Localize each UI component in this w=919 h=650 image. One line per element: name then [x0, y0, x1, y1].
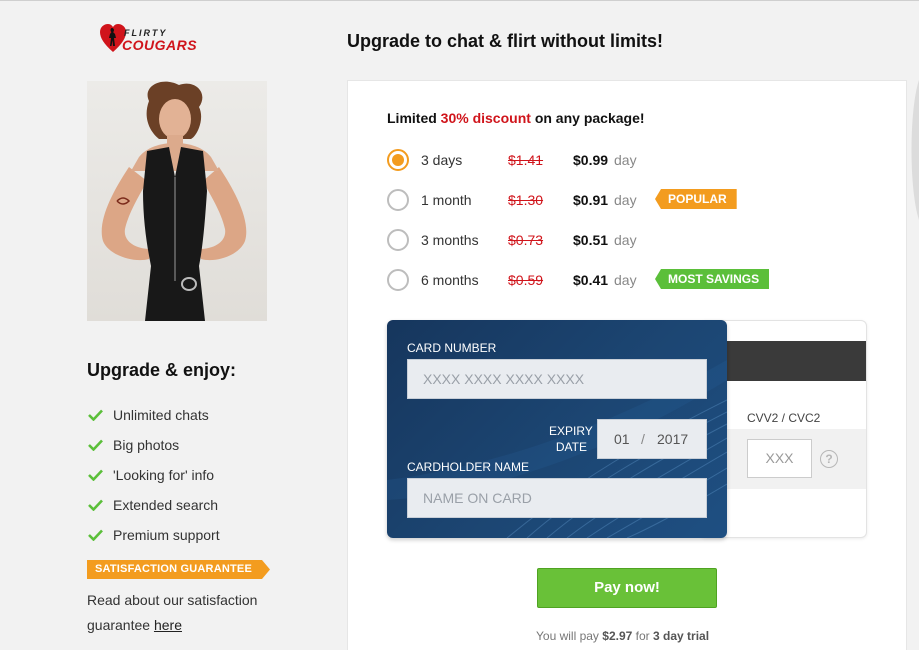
check-icon — [88, 499, 103, 511]
benefit-item: 'Looking for' info — [87, 460, 220, 490]
plan-price: $0.51 — [573, 232, 609, 248]
card-number-label: CARD NUMBER — [407, 341, 497, 355]
plan-option-1-month[interactable]: 1 month $1.30 $0.91 day POPULAR — [387, 189, 787, 213]
logo-line2: COUGARS — [122, 37, 198, 53]
page-edge-shadow — [911, 80, 919, 220]
summary-prefix: You will pay — [536, 629, 599, 643]
card-number-input[interactable]: XXXX XXXX XXXX XXXX — [407, 359, 707, 399]
plan-unit: day — [614, 192, 637, 208]
summary-trial: 3 day trial — [653, 629, 710, 643]
plan-option-3-months[interactable]: 3 months $0.73 $0.51 day — [387, 229, 787, 253]
brand-logo[interactable]: FLIRTY COUGARS — [100, 22, 200, 58]
plan-radio[interactable] — [387, 269, 409, 291]
satisfaction-guarantee-badge: SATISFACTION GUARANTEE — [87, 560, 270, 579]
plan-radio[interactable] — [387, 189, 409, 211]
plan-old-price: $1.30 — [508, 192, 544, 208]
expiry-separator: / — [641, 431, 645, 447]
benefit-item: Unlimited chats — [87, 400, 220, 430]
plan-unit: day — [614, 152, 637, 168]
benefit-label: Premium support — [113, 527, 220, 543]
benefit-label: Extended search — [113, 497, 219, 513]
benefit-item: Big photos — [87, 430, 220, 460]
most-savings-tag: MOST SAVINGS — [655, 269, 770, 289]
check-icon — [88, 529, 103, 541]
plan-unit: day — [614, 232, 637, 248]
plan-price: $0.41 — [573, 272, 609, 288]
expiry-label-2: DATE — [555, 440, 587, 454]
check-icon — [88, 469, 103, 481]
summary-amount: $2.97 — [602, 629, 633, 643]
plan-price: $0.91 — [573, 192, 609, 208]
plan-option-6-months[interactable]: 6 months $0.59 $0.41 day MOST SAVINGS — [387, 269, 787, 293]
benefit-label: Big photos — [113, 437, 180, 453]
benefit-item: Premium support — [87, 520, 220, 550]
cardholder-name-input[interactable]: NAME ON CARD — [407, 478, 707, 518]
plan-period: 3 days — [421, 152, 463, 168]
plan-period: 3 months — [421, 232, 479, 248]
plan-old-price: $0.73 — [508, 232, 544, 248]
check-icon — [88, 439, 103, 451]
expiry-date-input[interactable]: 01 / 2017 — [597, 419, 707, 459]
plan-radio[interactable] — [387, 229, 409, 251]
page-title: Upgrade to chat & flirt without limits! — [347, 31, 663, 51]
expiry-month[interactable]: 01 — [614, 420, 630, 458]
cvv-input[interactable]: XXX — [747, 439, 812, 478]
top-border — [0, 0, 919, 1]
plan-unit: day — [614, 272, 637, 288]
expiry-year[interactable]: 2017 — [657, 420, 688, 458]
expiry-label-1: EXPIRY — [549, 424, 593, 438]
benefits-title: Upgrade & enjoy: — [87, 360, 237, 380]
cvv-label: CVV2 / CVC2 — [747, 411, 821, 425]
benefit-label: 'Looking for' info — [113, 467, 215, 483]
guarantee-link[interactable]: here — [154, 617, 182, 633]
benefit-item: Extended search — [87, 490, 220, 520]
popular-tag: POPULAR — [655, 189, 737, 209]
plan-period: 1 month — [421, 192, 472, 208]
payment-summary: You will pay $2.97 for 3 day trial — [536, 629, 709, 643]
summary-middle: for — [635, 629, 650, 643]
discount-highlight: 30% discount — [440, 110, 531, 126]
discount-notice: Limited 30% discount on any package! — [387, 110, 645, 126]
discount-prefix: Limited — [387, 110, 437, 126]
guarantee-text: Read about our satisfaction guarantee he… — [87, 588, 287, 638]
help-icon[interactable]: ? — [820, 450, 838, 468]
benefits-list: Unlimited chats Big photos 'Looking for'… — [87, 400, 220, 550]
cardholder-label: CARDHOLDER NAME — [407, 460, 530, 474]
benefit-label: Unlimited chats — [113, 407, 209, 423]
plan-radio[interactable] — [387, 149, 409, 171]
plan-price: $0.99 — [573, 152, 609, 168]
pay-now-button[interactable]: Pay now! — [537, 568, 717, 608]
plan-old-price: $0.59 — [508, 272, 544, 288]
profile-photo — [87, 81, 267, 321]
plan-old-price: $1.41 — [508, 152, 544, 168]
check-icon — [88, 409, 103, 421]
plan-option-3-days[interactable]: 3 days $1.41 $0.99 day — [387, 149, 787, 173]
plan-period: 6 months — [421, 272, 479, 288]
discount-suffix: on any package! — [534, 110, 645, 126]
